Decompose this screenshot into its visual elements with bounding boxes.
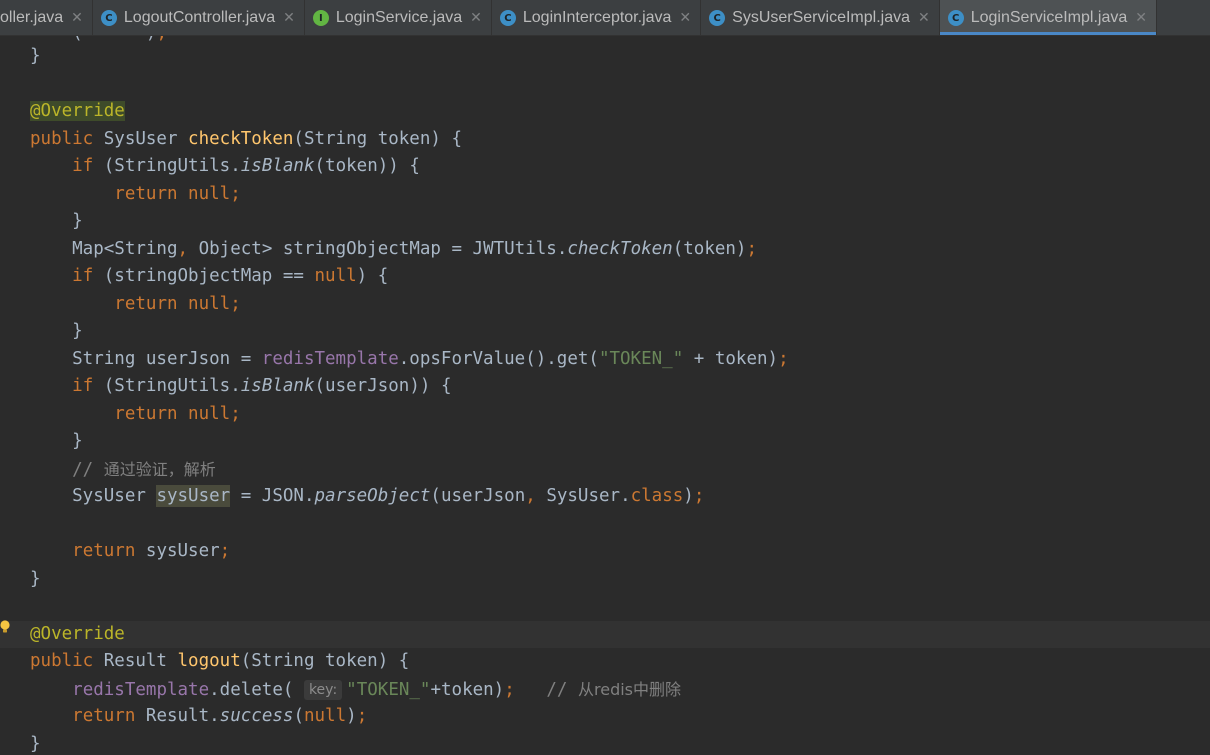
code-line: redisTemplate.delete( key: "TOKEN_"+token… xyxy=(72,679,682,700)
code-line: public SysUser checkToken(String token) … xyxy=(30,128,462,149)
code-line: } xyxy=(30,431,83,451)
highlighted-variable: sysUser xyxy=(156,485,231,507)
code-line: Map<String, Object> stringObjectMap = JW… xyxy=(30,238,758,259)
code-line: @Override xyxy=(0,98,1210,126)
lightbulb-icon[interactable] xyxy=(0,620,10,634)
code-line: } xyxy=(30,46,41,66)
code-line: } xyxy=(30,733,41,754)
tab-label: LoginInterceptor.java xyxy=(522,9,672,26)
code-line: return Result.success(null); xyxy=(72,706,368,726)
tab-label: SysUserServiceImpl.java xyxy=(732,9,910,26)
tab-login-service[interactable]: I LoginService.java ✕ xyxy=(305,0,492,35)
code-line: } xyxy=(30,568,41,589)
code-line: return sysUser; xyxy=(72,541,231,561)
close-icon[interactable]: ✕ xyxy=(1135,10,1147,26)
tab-logout-controller[interactable]: C LogoutController.java ✕ xyxy=(93,0,305,35)
code-line: } xyxy=(30,321,83,341)
caret-line: @Override xyxy=(0,620,1210,648)
override-annotation: @Override xyxy=(30,101,125,121)
tab-login-service-impl[interactable]: C LoginServiceImpl.java ✕ xyxy=(939,0,1157,35)
code-line: public Result logout(String token) { xyxy=(30,651,410,671)
java-interface-icon: I xyxy=(312,10,329,26)
code-line: if (stringObjectMap == null) { xyxy=(72,266,389,286)
tab-label: LoginServiceImpl.java xyxy=(970,9,1128,26)
tab-login-interceptor[interactable]: C LoginInterceptor.java ✕ xyxy=(492,0,702,35)
code-line: } xyxy=(30,211,83,231)
code-line: if (StringUtils.isBlank(token)) { xyxy=(72,156,420,176)
method-name: logout xyxy=(177,651,241,671)
code-line: return null; xyxy=(114,183,241,204)
java-class-icon: C xyxy=(709,10,726,26)
tab-label: LogoutController.java xyxy=(123,9,276,26)
close-icon[interactable]: ✕ xyxy=(679,10,691,26)
java-class-icon: C xyxy=(499,10,516,26)
code-comment-line: // 通过验证，解析 xyxy=(30,459,216,480)
close-icon[interactable]: ✕ xyxy=(283,10,295,26)
override-annotation: @Override xyxy=(30,623,125,644)
code-line: SysUser sysUser = JSON.parseObject(userJ… xyxy=(30,485,705,507)
method-name: checkToken xyxy=(188,128,294,149)
code-line: if (StringUtils.isBlank(userJson)) { xyxy=(72,376,452,396)
tab-oller-java[interactable]: oller.java ✕ xyxy=(0,0,93,35)
close-icon[interactable]: ✕ xyxy=(71,10,83,26)
code-line: String userJson = redisTemplate.opsForVa… xyxy=(30,348,789,369)
java-class-icon: C xyxy=(947,10,964,26)
tab-sys-user-service-impl[interactable]: C SysUserServiceImpl.java ✕ xyxy=(701,0,940,35)
code-editor[interactable]: ( ); } @Override public SysUser checkTok… xyxy=(0,36,1210,755)
close-icon[interactable]: ✕ xyxy=(918,10,930,26)
editor-tab-bar: oller.java ✕ C LogoutController.java ✕ I… xyxy=(0,0,1210,36)
code-line: return null; xyxy=(114,293,241,314)
tab-label: LoginService.java xyxy=(335,9,463,26)
tab-label: oller.java xyxy=(0,9,64,26)
java-class-icon: C xyxy=(100,10,117,26)
parameter-hint: key: xyxy=(303,679,343,700)
code-line: return null; xyxy=(114,403,241,424)
close-icon[interactable]: ✕ xyxy=(470,10,482,26)
